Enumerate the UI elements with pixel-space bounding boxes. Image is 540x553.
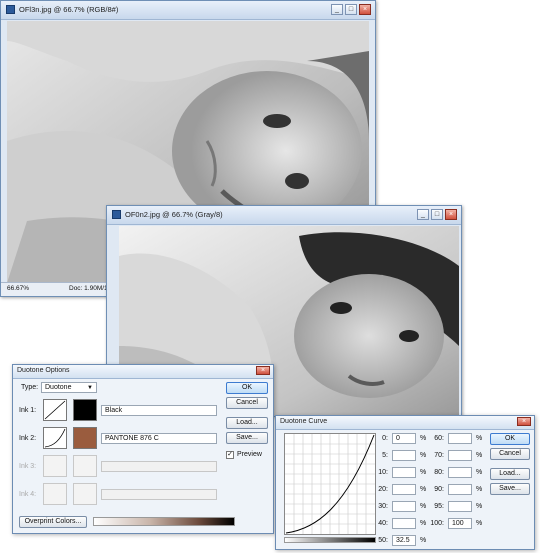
load-button[interactable]: Load... bbox=[490, 468, 530, 480]
ink1-label: Ink 1: bbox=[19, 407, 37, 414]
maximize-button[interactable]: □ bbox=[431, 209, 443, 220]
ink2-label: Ink 2: bbox=[19, 435, 37, 442]
curve-right-value-field[interactable] bbox=[448, 501, 472, 512]
ink2-color-swatch[interactable] bbox=[73, 427, 97, 449]
curve-left-value-field[interactable]: 32.5 bbox=[392, 535, 416, 546]
curve-left-value-field[interactable] bbox=[392, 467, 416, 478]
preview-checkbox[interactable]: ✓ bbox=[226, 451, 234, 459]
curve-left-value-field[interactable] bbox=[392, 518, 416, 529]
close-button[interactable]: × bbox=[445, 209, 457, 220]
gradient-ramp bbox=[93, 517, 235, 526]
curve-left-value-field[interactable] bbox=[392, 501, 416, 512]
window-title: OF0n2.jpg @ 66.7% (Gray/8) bbox=[125, 210, 223, 219]
curve-graph-icon bbox=[285, 434, 375, 534]
curve-left-percent-label: % bbox=[420, 435, 427, 442]
curve-left-label: 40: bbox=[378, 520, 388, 527]
ink1-color-swatch[interactable] bbox=[73, 399, 97, 421]
curve-right-value-field[interactable] bbox=[448, 433, 472, 444]
dialog-titlebar[interactable]: Duotone Options × bbox=[13, 365, 273, 379]
curve-left-label: 30: bbox=[378, 503, 388, 510]
curve-left-percent-label: % bbox=[420, 469, 427, 476]
zoom-readout: 66.67% bbox=[7, 285, 30, 292]
ink1-name-field[interactable]: Black bbox=[101, 405, 217, 416]
curve-left-percent-label: % bbox=[420, 520, 427, 527]
ink3-curve-thumb bbox=[43, 455, 67, 477]
cancel-button[interactable]: Cancel bbox=[226, 397, 268, 409]
curve-left-label: 5: bbox=[382, 452, 388, 459]
curve-right-percent-label: % bbox=[476, 503, 483, 510]
curve-right-value-field[interactable]: 100 bbox=[448, 518, 472, 529]
minimize-button[interactable]: _ bbox=[417, 209, 429, 220]
curve-right-percent-label: % bbox=[476, 435, 483, 442]
ink3-name-field bbox=[101, 461, 217, 472]
load-button[interactable]: Load... bbox=[226, 417, 268, 429]
curve-right-value-field[interactable] bbox=[448, 484, 472, 495]
curve-right-percent-label: % bbox=[476, 520, 483, 527]
close-button[interactable]: × bbox=[359, 4, 371, 15]
maximize-button[interactable]: □ bbox=[345, 4, 357, 15]
dialog-title: Duotone Options bbox=[17, 367, 70, 374]
curve-graph-icon bbox=[44, 400, 66, 420]
curve-right-label: 60: bbox=[434, 435, 444, 442]
dialog-titlebar[interactable]: Duotone Curve × bbox=[276, 416, 534, 430]
cancel-button[interactable]: Cancel bbox=[490, 448, 530, 460]
curve-right-label: 100: bbox=[430, 520, 444, 527]
ink2-name-field[interactable]: PANTONE 876 C bbox=[101, 433, 217, 444]
curve-left-value-field[interactable]: 0 bbox=[392, 433, 416, 444]
curve-right-percent-label: % bbox=[476, 486, 483, 493]
window-titlebar[interactable]: OF0n2.jpg @ 66.7% (Gray/8) _ □ × bbox=[107, 206, 461, 225]
curve-right-label: 70: bbox=[434, 452, 444, 459]
window-titlebar[interactable]: OFl3n.jpg @ 66.7% (RGB/8#) _ □ × bbox=[1, 1, 375, 20]
curve-right-percent-label: % bbox=[476, 452, 483, 459]
ok-button[interactable]: OK bbox=[490, 433, 530, 445]
photoshop-doc-icon bbox=[6, 5, 15, 14]
ink4-color-swatch bbox=[73, 483, 97, 505]
curve-left-label: 10: bbox=[378, 469, 388, 476]
close-button[interactable]: × bbox=[517, 417, 531, 426]
ink4-curve-thumb bbox=[43, 483, 67, 505]
curve-left-percent-label: % bbox=[420, 486, 427, 493]
curve-left-label: 50: bbox=[378, 537, 388, 544]
curve-left-value-field[interactable] bbox=[392, 450, 416, 461]
curve-left-label: 0: bbox=[382, 435, 388, 442]
ink3-color-swatch bbox=[73, 455, 97, 477]
type-label: Type: bbox=[21, 384, 39, 391]
curve-right-percent-label: % bbox=[476, 469, 483, 476]
curve-right-value-field[interactable] bbox=[448, 450, 472, 461]
overprint-colors-button[interactable]: Overprint Colors... bbox=[19, 516, 87, 528]
ink4-name-field bbox=[101, 489, 217, 500]
curve-ramp bbox=[284, 537, 376, 543]
curve-left-percent-label: % bbox=[420, 503, 427, 510]
dialog-title: Duotone Curve bbox=[280, 418, 328, 425]
curve-right-value-field[interactable] bbox=[448, 467, 472, 478]
duotone-options-dialog[interactable]: Duotone Options × Type: Duotone ▼ Ink 1:… bbox=[12, 364, 274, 534]
curve-left-percent-label: % bbox=[420, 537, 427, 544]
window-title: OFl3n.jpg @ 66.7% (RGB/8#) bbox=[19, 5, 119, 14]
close-button[interactable]: × bbox=[256, 366, 270, 375]
type-value: Duotone bbox=[45, 384, 72, 391]
curve-right-label: 95: bbox=[434, 503, 444, 510]
curve-left-percent-label: % bbox=[420, 452, 427, 459]
ink1-curve-thumb[interactable] bbox=[43, 399, 67, 421]
ink3-label: Ink 3: bbox=[19, 463, 37, 470]
duotone-curve-dialog[interactable]: Duotone Curve × 0: 0% 5:% 10:% 20:% 30:% 40:% 5… bbox=[275, 415, 535, 550]
ink2-curve-thumb[interactable] bbox=[43, 427, 67, 449]
type-select[interactable]: Duotone ▼ bbox=[41, 382, 97, 393]
curve-graph-icon bbox=[44, 428, 66, 448]
minimize-button[interactable]: _ bbox=[331, 4, 343, 15]
curve-left-value-field[interactable] bbox=[392, 484, 416, 495]
ok-button[interactable]: OK bbox=[226, 382, 268, 394]
save-button[interactable]: Save... bbox=[226, 432, 268, 444]
dropdown-arrow-icon: ▼ bbox=[87, 385, 93, 391]
save-button[interactable]: Save... bbox=[490, 483, 530, 495]
curve-left-label: 20: bbox=[378, 486, 388, 493]
curve-graph[interactable] bbox=[284, 433, 376, 535]
curve-right-label: 90: bbox=[434, 486, 444, 493]
ink4-label: Ink 4: bbox=[19, 491, 37, 498]
curve-right-label: 80: bbox=[434, 469, 444, 476]
preview-label: Preview bbox=[237, 451, 262, 458]
photoshop-doc-icon bbox=[112, 210, 121, 219]
